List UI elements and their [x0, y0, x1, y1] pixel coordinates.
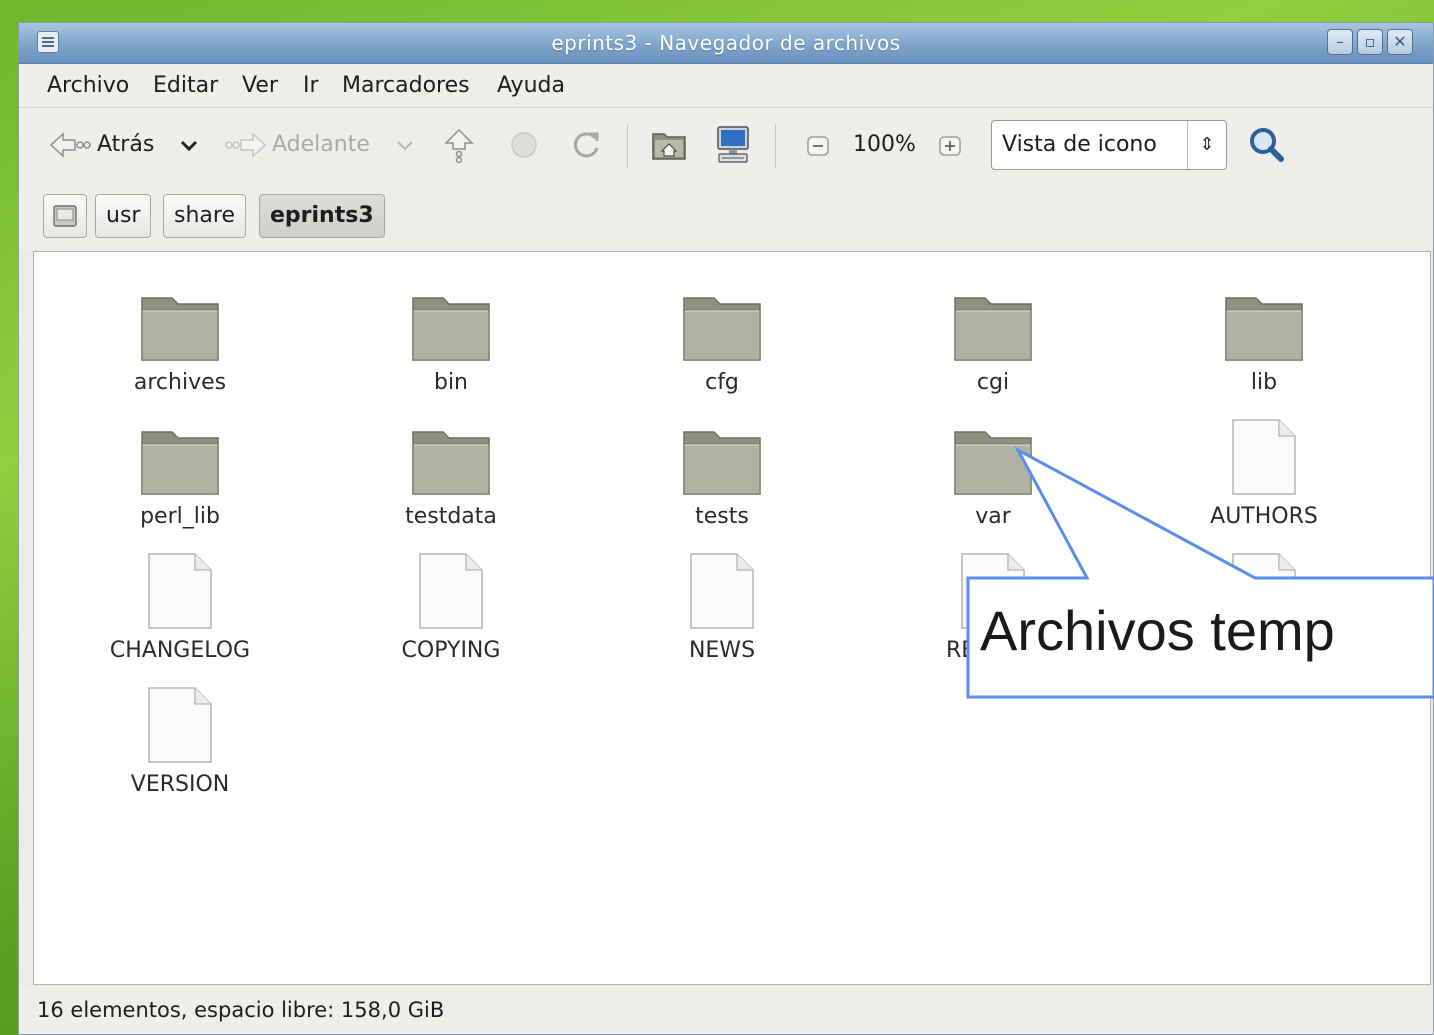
annotation-text: Archivos temp [980, 599, 1335, 662]
callout-overlay [966, 446, 1434, 699]
